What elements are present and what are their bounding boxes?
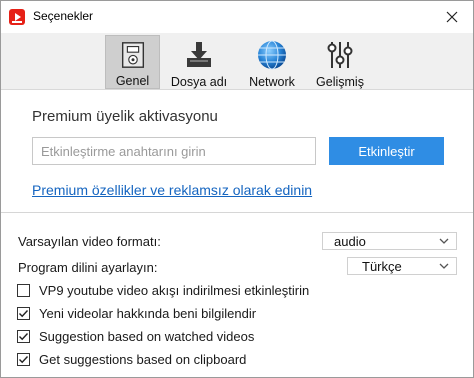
tab-network-label: Network — [249, 75, 295, 89]
tab-advanced[interactable]: Gelişmiş — [310, 35, 370, 89]
checkbox-label: Get suggestions based on clipboard — [39, 351, 247, 367]
suggestion-clipboard-checkbox-row[interactable]: Get suggestions based on clipboard — [17, 350, 246, 368]
video-format-label: Varsayılan video formatı: — [18, 234, 161, 249]
vp9-stream-checkbox-row[interactable]: VP9 youtube video akışı indirilmesi etki… — [17, 281, 309, 299]
video-format-value: audio — [334, 233, 366, 249]
chevron-down-icon — [439, 263, 449, 269]
checkbox[interactable] — [17, 283, 30, 297]
suggestion-watched-checkbox-row[interactable]: Suggestion based on watched videos — [17, 327, 254, 345]
tab-general-label: Genel — [115, 74, 150, 88]
language-value: Türkçe — [362, 258, 402, 274]
checkbox-label: Yeni videolar hakkında beni bilgilendir — [39, 305, 257, 321]
checkbox-label: Suggestion based on watched videos — [39, 328, 255, 344]
checkbox[interactable] — [17, 352, 30, 366]
tab-network[interactable]: Network — [243, 35, 301, 89]
premium-link[interactable]: Premium özellikler ve reklamsız olarak e… — [32, 182, 312, 198]
options-window: Seçenekler Genel Dosya adı Network Geliş… — [0, 0, 474, 378]
video-download-app-icon — [9, 9, 25, 25]
notify-new-videos-checkbox-row[interactable]: Yeni videolar hakkında beni bilgilendir — [17, 304, 256, 322]
checkbox-label: VP9 youtube video akışı indirilmesi etki… — [39, 282, 310, 298]
chevron-down-icon — [439, 238, 449, 244]
close-icon — [446, 11, 458, 23]
language-select[interactable]: Türkçe — [347, 257, 457, 275]
checkmark-icon — [19, 332, 29, 340]
activate-button[interactable]: Etkinleştir — [329, 137, 444, 165]
checkbox[interactable] — [17, 329, 30, 343]
tab-file-name-label: Dosya adı — [170, 75, 228, 89]
window-title: Seçenekler — [33, 9, 94, 23]
sliders-icon — [327, 42, 353, 68]
options-toolbar: Genel Dosya adı Network Gelişmiş — [1, 33, 473, 90]
premium-section: Premium üyelik aktivasyonu Etkinleştir P… — [1, 91, 473, 213]
checkmark-icon — [19, 309, 29, 317]
video-format-select[interactable]: audio — [322, 232, 457, 250]
language-label: Program dilini ayarlayın: — [18, 260, 158, 275]
file-download-icon — [187, 42, 211, 67]
tab-general[interactable]: Genel — [105, 35, 160, 89]
checkbox[interactable] — [17, 306, 30, 320]
activation-key-input[interactable] — [32, 137, 316, 165]
premium-title: Premium üyelik aktivasyonu — [32, 108, 218, 125]
title-bar: Seçenekler — [1, 1, 473, 33]
checkmark-icon — [19, 355, 29, 363]
globe-icon — [258, 40, 286, 70]
close-button[interactable] — [437, 5, 467, 29]
tab-advanced-label: Gelişmiş — [316, 75, 364, 89]
general-settings-icon — [121, 42, 144, 68]
tab-file-name[interactable]: Dosya adı — [167, 35, 231, 89]
